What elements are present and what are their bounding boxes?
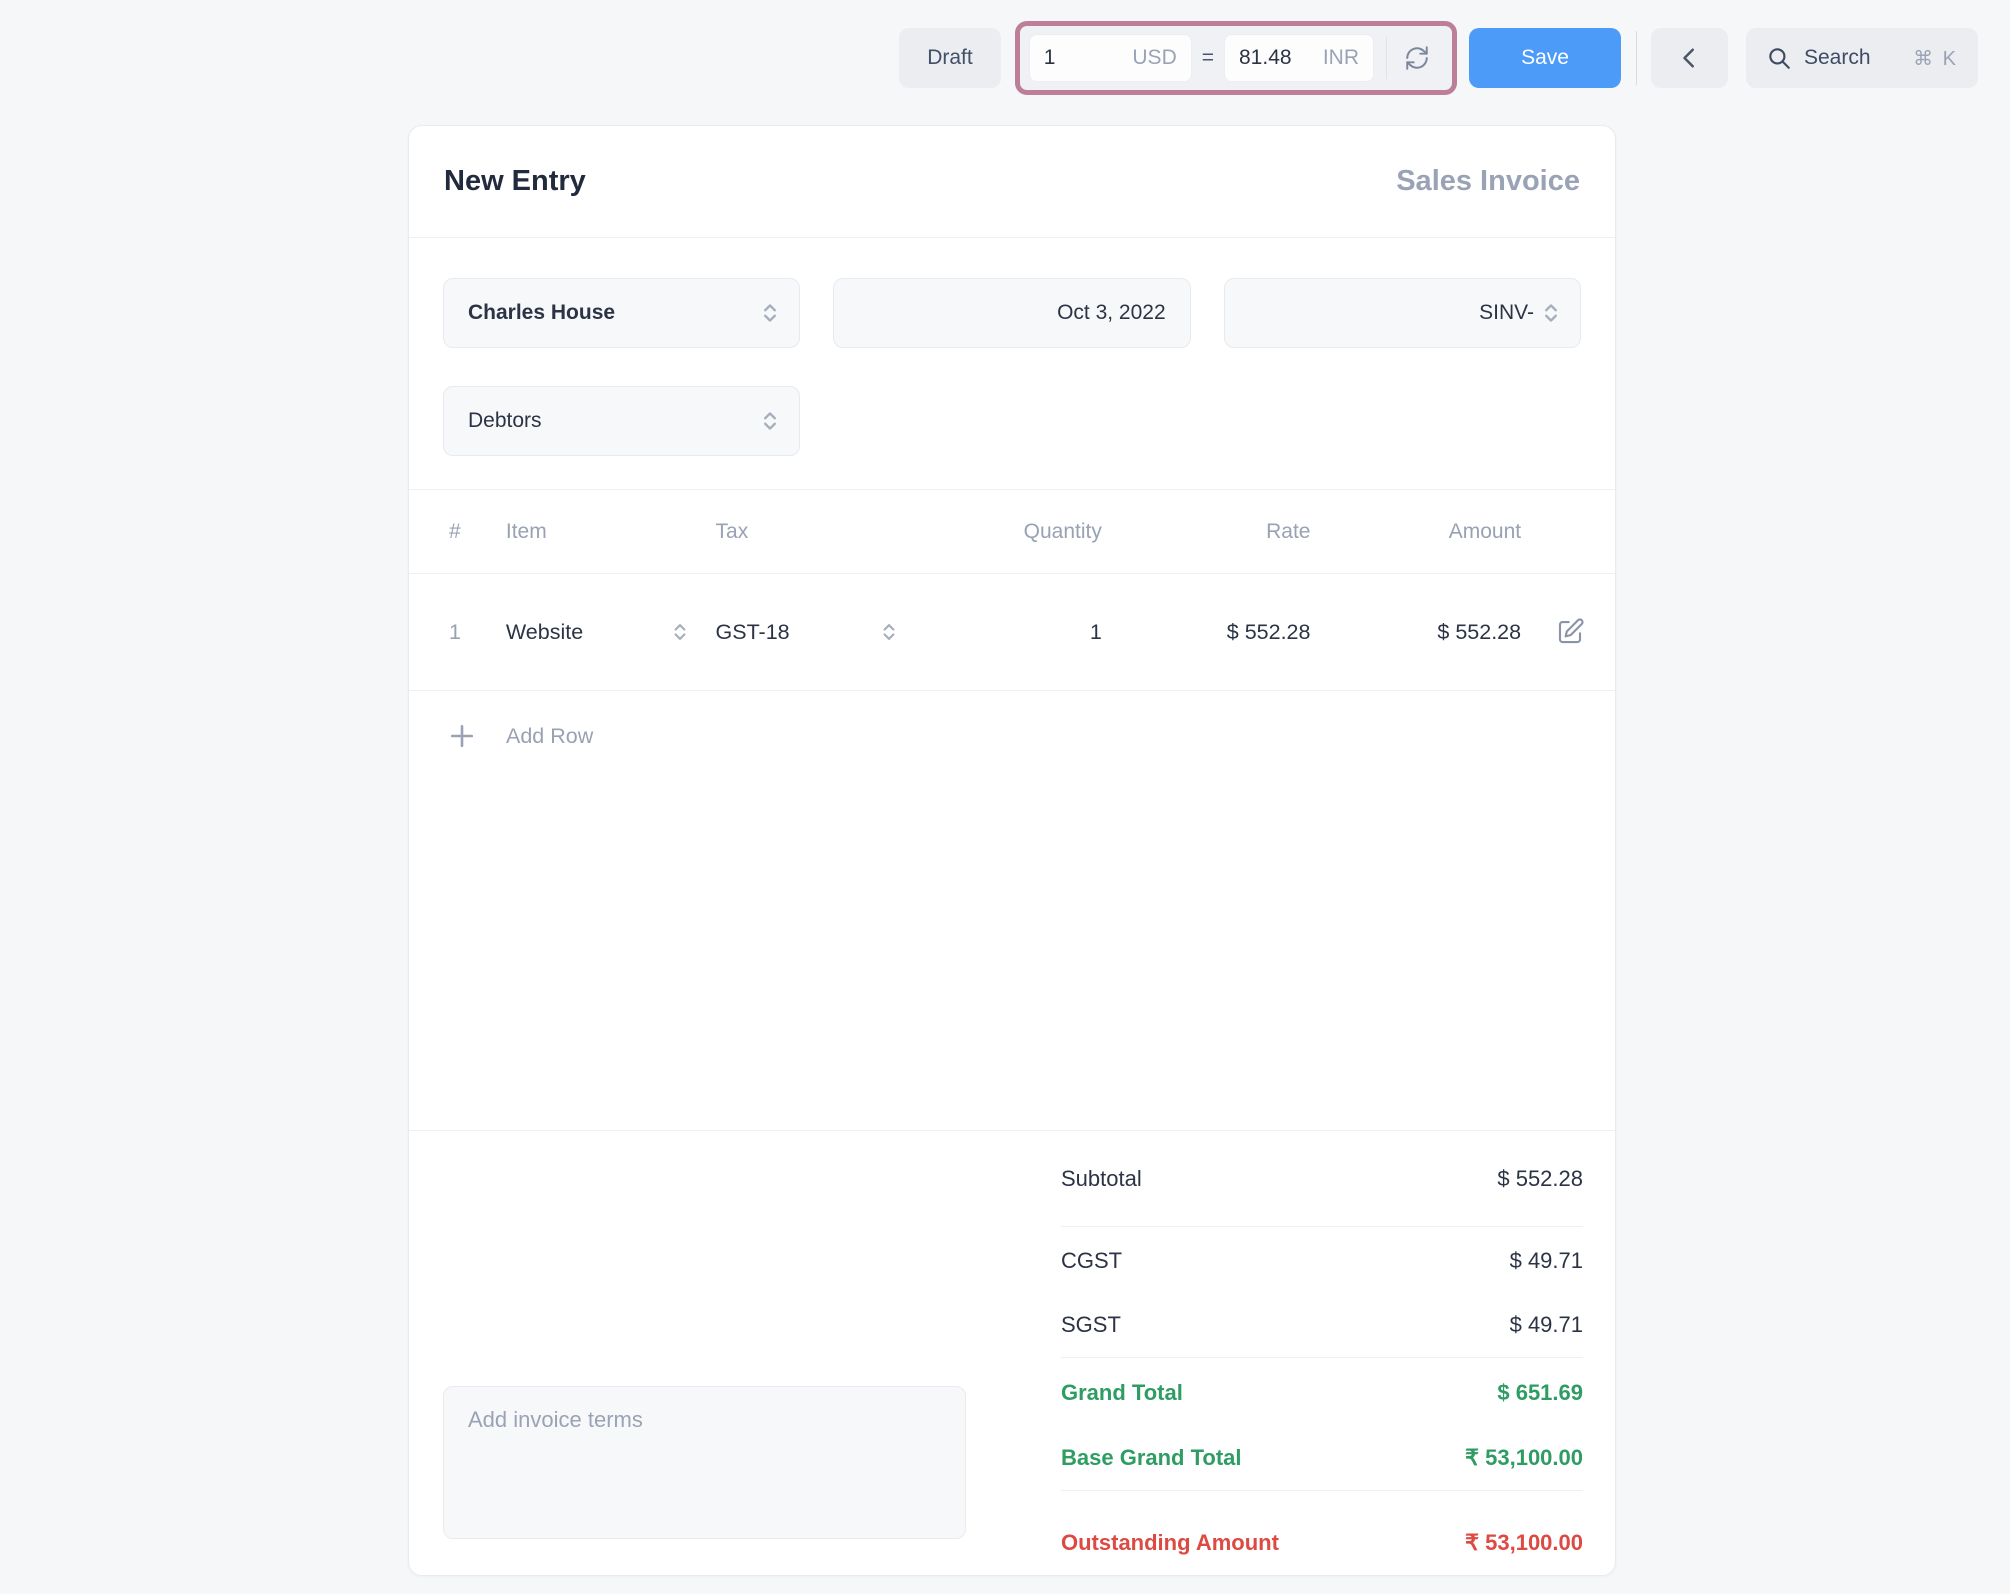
chevron-up-down-icon — [759, 302, 781, 324]
account-select[interactable]: Debtors — [443, 386, 800, 456]
outstanding-amount-value: ₹ 53,100.00 — [1465, 1530, 1583, 1556]
table-row: 1 Website GST-18 1 $ 552.28 $ 552.28 — [409, 574, 1615, 691]
chevron-up-down-icon — [670, 622, 690, 642]
tax-select[interactable]: GST-18 — [716, 620, 926, 645]
chevron-up-down-icon — [1540, 302, 1562, 324]
add-row-button[interactable]: Add Row — [409, 691, 1615, 781]
grand-total-row: Grand Total $ 651.69 — [1061, 1360, 1583, 1426]
search-shortcut: ⌘ K — [1913, 46, 1958, 71]
to-currency-code: INR — [1323, 46, 1359, 70]
chevron-up-down-icon — [759, 410, 781, 432]
invoice-terms-input[interactable] — [443, 1386, 966, 1539]
totals-divider — [1061, 1357, 1583, 1358]
back-button[interactable] — [1651, 28, 1728, 88]
items-table-header: # Item Tax Quantity Rate Amount — [409, 490, 1615, 574]
from-currency-input[interactable]: 1 USD — [1029, 34, 1192, 82]
save-button[interactable]: Save — [1469, 28, 1621, 88]
add-row-label: Add Row — [506, 724, 593, 749]
sgst-label: SGST — [1061, 1312, 1121, 1338]
to-currency-input[interactable]: 81.48 INR — [1224, 34, 1374, 82]
column-header-tax-label: Tax — [716, 520, 749, 544]
subtotal-value: $ 552.28 — [1497, 1166, 1583, 1192]
refresh-rate-button[interactable] — [1391, 34, 1443, 82]
quantity-input[interactable]: 1 — [925, 620, 1102, 645]
tax-select-value: GST-18 — [716, 620, 790, 645]
base-grand-total-value: ₹ 53,100.00 — [1465, 1445, 1583, 1471]
save-button-label: Save — [1521, 46, 1569, 70]
party-select-value: Charles House — [468, 301, 759, 325]
card-body-spacer — [409, 781, 1615, 1130]
base-grand-total-label: Base Grand Total — [1061, 1445, 1242, 1471]
form-empty-cell — [1224, 386, 1581, 456]
cgst-value: $ 49.71 — [1510, 1248, 1583, 1274]
form-section: Charles House Oct 3, 2022 SINV- Debtors — [409, 238, 1615, 490]
status-badge: Draft — [899, 28, 1001, 88]
search-icon — [1766, 45, 1792, 71]
outstanding-amount-row: Outstanding Amount ₹ 53,100.00 — [1061, 1507, 1583, 1576]
column-header-rate: Rate — [1102, 520, 1311, 544]
column-header-amount: Amount — [1310, 520, 1521, 544]
number-series-select[interactable]: SINV- — [1224, 278, 1581, 348]
base-grand-total-row: Base Grand Total ₹ 53,100.00 — [1061, 1426, 1583, 1490]
subtotal-row: Subtotal $ 552.28 — [1061, 1131, 1583, 1227]
chevron-left-icon — [1679, 47, 1701, 69]
exchange-rate-highlight: 1 USD = 81.48 INR — [1015, 21, 1457, 95]
exchange-divider — [1386, 37, 1387, 79]
column-header-item-label: Item — [506, 520, 547, 544]
totals-panel: Subtotal $ 552.28 CGST $ 49.71 SGST $ 49… — [1061, 1131, 1583, 1576]
column-header-hash: # — [449, 520, 506, 544]
cgst-row: CGST $ 49.71 — [1061, 1229, 1583, 1293]
rate-input[interactable]: $ 552.28 — [1102, 620, 1311, 645]
from-currency-value: 1 — [1044, 46, 1056, 70]
status-badge-label: Draft — [927, 46, 973, 70]
sgst-row: SGST $ 49.71 — [1061, 1293, 1583, 1357]
item-select[interactable]: Website — [506, 620, 716, 645]
to-currency-value: 81.48 — [1239, 46, 1292, 70]
account-select-value: Debtors — [468, 409, 759, 433]
column-header-tax: Tax — [716, 520, 926, 544]
refresh-icon — [1404, 45, 1430, 71]
outstanding-amount-label: Outstanding Amount — [1061, 1530, 1279, 1556]
exchange-rate-widget: 1 USD = 81.48 INR — [1023, 29, 1449, 87]
card-footer: Subtotal $ 552.28 CGST $ 49.71 SGST $ 49… — [409, 1130, 1615, 1575]
totals-divider — [1061, 1490, 1583, 1491]
form-empty-cell — [833, 386, 1190, 456]
invoice-form-card: New Entry Sales Invoice Charles House Oc… — [408, 125, 1616, 1576]
grand-total-label: Grand Total — [1061, 1380, 1183, 1406]
amount-value: $ 552.28 — [1310, 620, 1521, 645]
grand-total-value: $ 651.69 — [1497, 1380, 1583, 1406]
toolbar-divider — [1636, 31, 1637, 85]
cgst-label: CGST — [1061, 1248, 1122, 1274]
from-currency-code: USD — [1132, 46, 1176, 70]
number-series-value: SINV- — [1249, 301, 1540, 325]
date-field[interactable]: Oct 3, 2022 — [833, 278, 1190, 348]
row-index: 1 — [449, 620, 506, 645]
plus-icon — [449, 723, 475, 749]
date-field-value: Oct 3, 2022 — [858, 301, 1171, 325]
item-select-value: Website — [506, 620, 583, 645]
card-header: New Entry Sales Invoice — [409, 126, 1615, 238]
edit-row-icon[interactable] — [1555, 617, 1585, 647]
equals-sign: = — [1202, 46, 1214, 70]
search-button[interactable]: Search ⌘ K — [1746, 28, 1978, 88]
page-title: New Entry — [444, 165, 586, 198]
doctype-label: Sales Invoice — [1396, 165, 1580, 198]
search-button-label: Search — [1804, 46, 1871, 70]
sgst-value: $ 49.71 — [1510, 1312, 1583, 1338]
subtotal-label: Subtotal — [1061, 1166, 1142, 1192]
party-select[interactable]: Charles House — [443, 278, 800, 348]
column-header-item: Item — [506, 520, 716, 544]
chevron-up-down-icon — [879, 622, 899, 642]
toolbar: Draft 1 USD = 81.48 INR — [899, 21, 1978, 95]
column-header-quantity: Quantity — [925, 520, 1102, 544]
